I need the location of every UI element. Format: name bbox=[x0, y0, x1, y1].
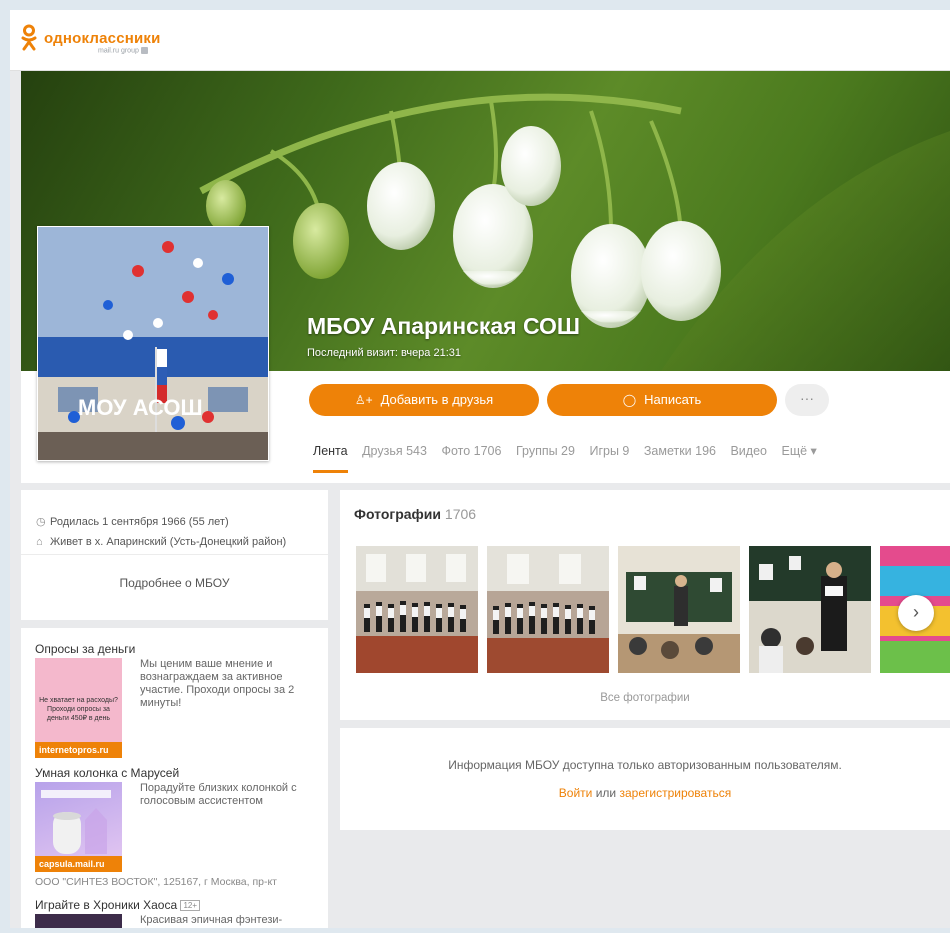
tab-games[interactable]: Игры 9 bbox=[589, 444, 629, 458]
or-text: или bbox=[595, 786, 617, 800]
photos-card: Фотографии 1706 › Все фотографии bbox=[340, 490, 950, 720]
age-rating-badge: 12+ bbox=[180, 900, 201, 912]
classroom-photo bbox=[618, 546, 740, 673]
photo-thumbnail[interactable] bbox=[618, 546, 740, 673]
mail-group-icon bbox=[140, 47, 148, 54]
more-about-link[interactable]: Подробнее о МБОУ bbox=[21, 576, 328, 590]
more-actions-label: ··· bbox=[800, 390, 814, 406]
top-bar: одноклассники mail.ru group bbox=[10, 10, 950, 71]
photo-thumbnail[interactable] bbox=[356, 546, 478, 673]
birthday-row: ◷ Родилась 1 сентября 1966 (55 лет) bbox=[36, 515, 229, 528]
auth-links: Войти или зарегистрироваться bbox=[340, 786, 950, 800]
home-icon: ⌂ bbox=[36, 536, 43, 548]
photo-thumbnail[interactable] bbox=[487, 546, 609, 673]
add-friend-label: Добавить в друзья bbox=[380, 392, 494, 407]
photos-heading[interactable]: Фотографии 1706 bbox=[354, 506, 476, 522]
logo-subtitle: mail.ru group bbox=[98, 47, 148, 54]
next-photos-button[interactable]: › bbox=[898, 595, 934, 631]
hall-line-photo bbox=[356, 546, 478, 673]
tab-notes[interactable]: Заметки 196 bbox=[644, 444, 716, 458]
divider bbox=[21, 554, 328, 555]
birthday-text: Родилась 1 сентября 1966 (55 лет) bbox=[50, 516, 229, 528]
ad-thumbnail-text: Не хватает на расходы? Проходи опросы за… bbox=[39, 697, 118, 722]
ad-title[interactable]: Опросы за деньги bbox=[35, 642, 135, 656]
photo-thumbnail[interactable] bbox=[749, 546, 871, 673]
tab-more[interactable]: Ещё ▾ bbox=[781, 443, 816, 458]
tab-friends[interactable]: Друзья 543 bbox=[362, 444, 427, 458]
ad-title[interactable]: Умная колонка с Марусей bbox=[35, 766, 179, 780]
classroom-reading-photo bbox=[749, 546, 871, 673]
location-text: Живет в х. Апаринский (Усть-Донецкий рай… bbox=[50, 536, 287, 548]
profile-avatar[interactable]: МОУ АСОШ bbox=[37, 226, 269, 461]
logo-subtitle-text: mail.ru group bbox=[98, 47, 139, 55]
auth-notice-card: Информация МБОУ доступна только авторизо… bbox=[340, 728, 950, 830]
profile-name: МБОУ Апаринская СОШ bbox=[307, 313, 581, 339]
ad-domain: capsula.mail.ru bbox=[35, 856, 122, 872]
tab-groups[interactable]: Группы 29 bbox=[516, 444, 575, 458]
photos-title: Фотографии bbox=[354, 506, 442, 522]
ad-legal-note: ООО "СИНТЕЗ ВОСТОК", 125167, г Москва, п… bbox=[35, 876, 277, 888]
profile-tabs: Лента Друзья 543 Фото 1706 Группы 29 Игр… bbox=[313, 443, 828, 473]
birthday-icon: ◷ bbox=[36, 516, 46, 528]
tab-feed[interactable]: Лента bbox=[313, 444, 348, 473]
page: одноклассники mail.ru group МОУ АСОШ МБО… bbox=[10, 10, 950, 928]
add-friend-button[interactable]: ♙+ Добавить в друзья bbox=[309, 384, 539, 416]
photos-count: 1706 bbox=[444, 506, 477, 522]
auth-notice-text: Информация МБОУ доступна только авторизо… bbox=[448, 758, 842, 772]
ad-description: Порадуйте близких колонкой с голосовым а… bbox=[140, 782, 297, 807]
send-message-button[interactable]: ◯ Написать bbox=[547, 384, 777, 416]
last-visit-text: Последний визит: вчера 21:31 bbox=[307, 347, 461, 359]
chevron-right-icon: › bbox=[913, 602, 919, 622]
ad-title-text: Играйте в Хроники Хаоса bbox=[35, 898, 178, 912]
school-photo-illustration: МОУ АСОШ bbox=[38, 227, 268, 460]
location-row: ⌂ Живет в х. Апаринский (Усть-Донецкий ра… bbox=[36, 536, 286, 548]
ad-domain: internetopros.ru bbox=[35, 742, 122, 758]
ad-description: Мы ценим ваше мнение и вознаграждаем за … bbox=[140, 658, 295, 709]
ad-thumbnail[interactable]: Не хватает на расходы? Проходи опросы за… bbox=[35, 658, 122, 758]
about-card: ◷ Родилась 1 сентября 1966 (55 лет) ⌂ Живе… bbox=[21, 490, 328, 620]
send-message-label: Написать bbox=[644, 392, 702, 407]
message-icon: ◯ bbox=[622, 393, 637, 407]
add-friend-icon: ♙+ bbox=[354, 393, 373, 407]
hall-line-photo bbox=[487, 546, 609, 673]
ad-description: Красивая эпичная фэнтези-битва bbox=[140, 914, 283, 928]
ad-title[interactable]: Играйте в Хроники Хаоса 12+ bbox=[35, 898, 201, 912]
ad-thumbnail[interactable]: capsula.mail.ru bbox=[35, 782, 122, 872]
all-photos-link[interactable]: Все фотографии bbox=[340, 692, 950, 704]
register-link[interactable]: зарегистрироваться bbox=[619, 786, 731, 800]
ok-logo-icon[interactable] bbox=[20, 24, 38, 52]
more-actions-button[interactable]: ··· bbox=[785, 384, 829, 416]
ad-thumbnail[interactable] bbox=[35, 914, 122, 928]
profile-card: МОУ АСОШ МБОУ Апаринская СОШ Последний в… bbox=[21, 71, 950, 483]
tab-photos[interactable]: Фото 1706 bbox=[441, 444, 501, 458]
tab-video[interactable]: Видео bbox=[730, 444, 767, 458]
login-link[interactable]: Войти bbox=[559, 786, 593, 800]
avatar-sign-text: МОУ АСОШ bbox=[78, 395, 203, 420]
ads-card: Опросы за деньги Не хватает на расходы? … bbox=[21, 628, 328, 928]
logo-text[interactable]: одноклассники bbox=[44, 30, 161, 47]
